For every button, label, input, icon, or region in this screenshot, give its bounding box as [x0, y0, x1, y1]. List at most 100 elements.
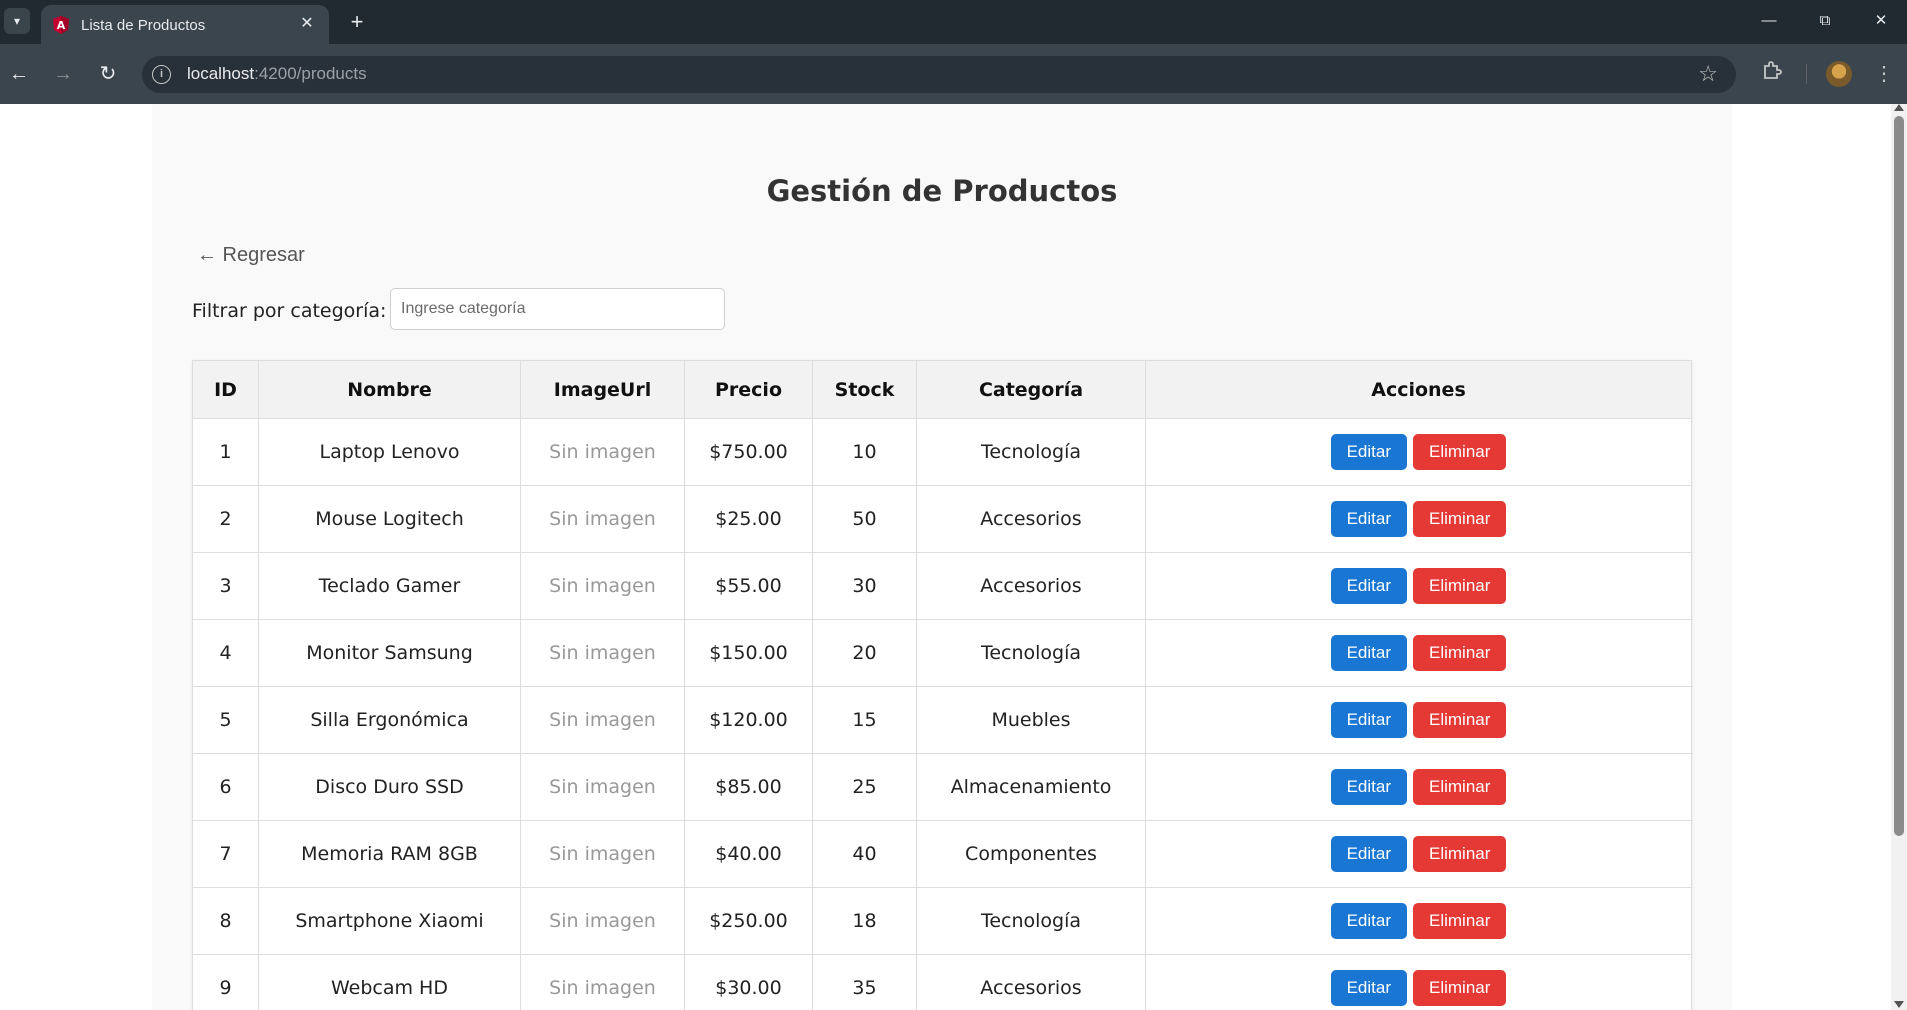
restore-icon[interactable]: ⧉ — [1810, 8, 1840, 34]
cell-nombre: Monitor Samsung — [258, 619, 521, 687]
cell-stock: 50 — [812, 485, 917, 553]
puzzle-icon[interactable] — [1758, 60, 1786, 88]
delete-button[interactable]: Eliminar — [1413, 970, 1507, 1006]
cell-stock: 10 — [812, 418, 917, 486]
filter-label: Filtrar por categoría: — [192, 300, 387, 322]
toolbar-divider — [1806, 64, 1807, 84]
cell-precio: $750.00 — [684, 418, 813, 486]
cell-nombre: Smartphone Xiaomi — [258, 887, 521, 955]
cell-stock: 18 — [812, 887, 917, 955]
cell-stock: 30 — [812, 552, 917, 620]
cell-id: 1 — [192, 418, 259, 486]
cell-categoria: Tecnología — [916, 619, 1146, 687]
cell-acciones: Editar Eliminar — [1145, 820, 1692, 888]
table-body: 1 Laptop Lenovo Sin imagen $750.00 10 Tecnolo… — [192, 418, 1692, 1010]
cell-nombre: Memoria RAM 8GB — [258, 820, 521, 888]
table-row: 9 Webcam HD Sin imagen $30.00 35 Accesorios Ed… — [192, 954, 1692, 1010]
edit-button[interactable]: Editar — [1330, 903, 1407, 939]
info-icon[interactable]: i — [152, 65, 171, 84]
cell-id: 5 — [192, 686, 259, 754]
delete-button[interactable]: Eliminar — [1413, 836, 1507, 872]
arrow-right-icon[interactable]: → — [49, 60, 77, 88]
category-filter-input[interactable] — [390, 288, 725, 330]
cell-precio: $25.00 — [684, 485, 813, 553]
scroll-up-arrow[interactable] — [1894, 104, 1904, 111]
cell-stock: 35 — [812, 954, 917, 1010]
table-row: 1 Laptop Lenovo Sin imagen $750.00 10 Tecnolo… — [192, 418, 1692, 486]
delete-button[interactable]: Eliminar — [1413, 568, 1507, 604]
url-text: localhost:4200/products — [187, 64, 367, 84]
cell-id: 7 — [192, 820, 259, 888]
cell-nombre: Teclado Gamer — [258, 552, 521, 620]
edit-button[interactable]: Editar — [1330, 568, 1407, 604]
cell-precio: $55.00 — [684, 552, 813, 620]
new-tab-button[interactable]: + — [344, 9, 370, 35]
cell-id: 2 — [192, 485, 259, 553]
cell-categoria: Componentes — [916, 820, 1146, 888]
cell-stock: 20 — [812, 619, 917, 687]
cell-id: 3 — [192, 552, 259, 620]
table-row: 7 Memoria RAM 8GB Sin imagen $40.00 40 Compon… — [192, 820, 1692, 888]
edit-button[interactable]: Editar — [1330, 970, 1407, 1006]
delete-button[interactable]: Eliminar — [1413, 702, 1507, 738]
products-container: Gestión de Productos ← Regresar Filtrar … — [152, 104, 1732, 1010]
edit-button[interactable]: Editar — [1330, 434, 1407, 470]
cell-categoria: Tecnología — [916, 418, 1146, 486]
edit-button[interactable]: Editar — [1330, 501, 1407, 537]
table-row: 8 Smartphone Xiaomi Sin imagen $250.00 18 Tec… — [192, 887, 1692, 955]
scroll-down-arrow[interactable] — [1894, 1001, 1904, 1008]
star-icon[interactable]: ☆ — [1698, 61, 1718, 87]
page-title: Gestión de Productos — [766, 174, 1118, 208]
table-row: 2 Mouse Logitech Sin imagen $25.00 50 Accesor… — [192, 485, 1692, 553]
edit-button[interactable]: Editar — [1330, 769, 1407, 805]
cell-categoria: Accesorios — [916, 954, 1146, 1010]
cell-id: 8 — [192, 887, 259, 955]
window-close-icon[interactable]: ✕ — [1866, 8, 1896, 34]
cell-stock: 25 — [812, 753, 917, 821]
back-link[interactable]: ← Regresar — [197, 244, 305, 267]
reload-icon[interactable]: ↻ — [94, 60, 122, 88]
browser-tab-bar: ▾ A Lista de Productos ✕ + — ⧉ ✕ — [0, 0, 1907, 44]
cell-categoria: Accesorios — [916, 552, 1146, 620]
puzzle-icon-glyph — [1764, 61, 1782, 79]
page-viewport: Gestión de Productos ← Regresar Filtrar … — [0, 104, 1907, 1010]
cell-acciones: Editar Eliminar — [1145, 485, 1692, 553]
delete-button[interactable]: Eliminar — [1413, 434, 1507, 470]
edit-button[interactable]: Editar — [1330, 635, 1407, 671]
minimize-icon[interactable]: — — [1754, 8, 1784, 34]
cell-categoria: Tecnología — [916, 887, 1146, 955]
edit-button[interactable]: Editar — [1330, 702, 1407, 738]
delete-button[interactable]: Eliminar — [1413, 903, 1507, 939]
edit-button[interactable]: Editar — [1330, 836, 1407, 872]
browser-tab[interactable]: A Lista de Productos ✕ — [41, 5, 329, 44]
chevron-down-icon[interactable]: ▾ — [4, 8, 30, 34]
header-categoria: Categoría — [916, 360, 1146, 419]
cell-categoria: Accesorios — [916, 485, 1146, 553]
cell-id: 4 — [192, 619, 259, 687]
close-icon[interactable]: ✕ — [297, 14, 317, 34]
delete-button[interactable]: Eliminar — [1413, 769, 1507, 805]
cell-nombre: Laptop Lenovo — [258, 418, 521, 486]
address-bar[interactable]: i localhost:4200/products ☆ — [142, 56, 1736, 93]
cell-categoria: Almacenamiento — [916, 753, 1146, 821]
cell-precio: $250.00 — [684, 887, 813, 955]
scrollbar[interactable] — [1891, 104, 1907, 1010]
table-row: 5 Silla Ergonómica Sin imagen $120.00 15 Mueb… — [192, 686, 1692, 754]
table-row: 6 Disco Duro SSD Sin imagen $85.00 25 Almacen… — [192, 753, 1692, 821]
cell-imagen: Sin imagen — [520, 954, 685, 1010]
header-acciones: Acciones — [1145, 360, 1692, 419]
cell-imagen: Sin imagen — [520, 887, 685, 955]
cell-nombre: Disco Duro SSD — [258, 753, 521, 821]
delete-button[interactable]: Eliminar — [1413, 635, 1507, 671]
kebab-menu-icon[interactable]: ⋮ — [1870, 60, 1898, 88]
header-imageurl: ImageUrl — [520, 360, 685, 419]
delete-button[interactable]: Eliminar — [1413, 501, 1507, 537]
scroll-thumb[interactable] — [1894, 116, 1904, 836]
cell-precio: $40.00 — [684, 820, 813, 888]
avatar[interactable] — [1826, 61, 1852, 87]
cell-stock: 40 — [812, 820, 917, 888]
cell-id: 9 — [192, 954, 259, 1010]
cell-id: 6 — [192, 753, 259, 821]
arrow-left-icon[interactable]: ← — [5, 60, 33, 88]
cell-precio: $30.00 — [684, 954, 813, 1010]
